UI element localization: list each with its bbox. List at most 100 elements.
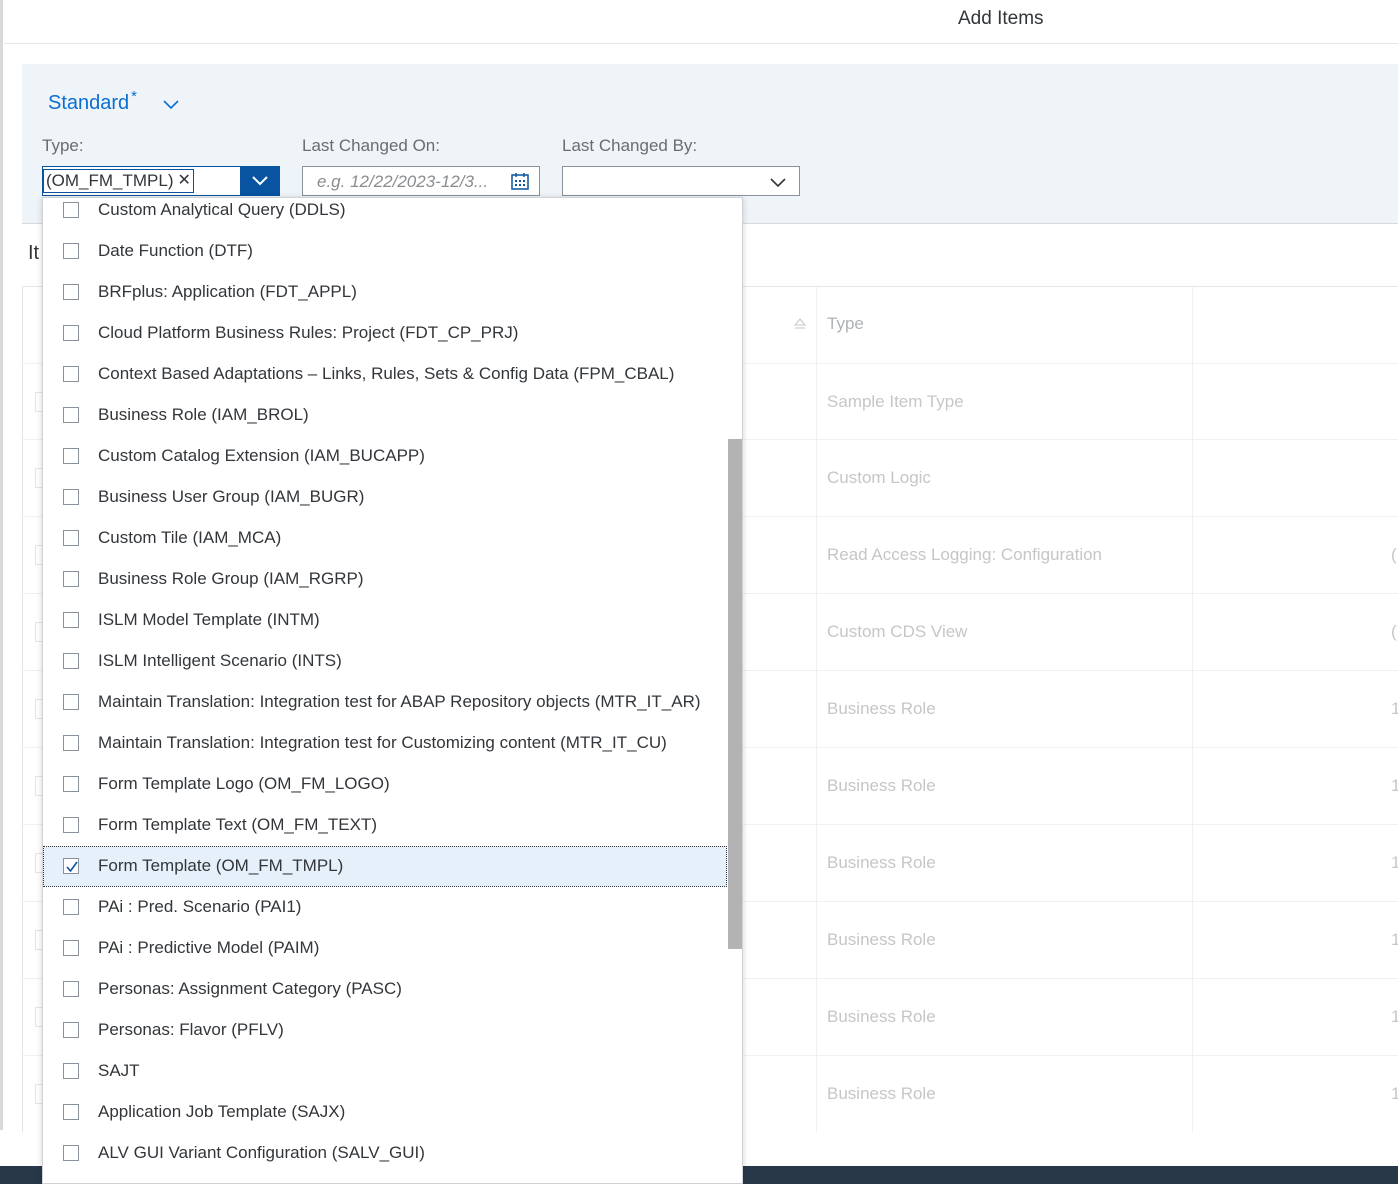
type-option-checkbox[interactable] [63, 325, 79, 341]
type-option-label: Maintain Translation: Integration test f… [98, 733, 667, 752]
type-option[interactable]: Maintain Translation: Integration test f… [43, 682, 727, 723]
calendar-icon[interactable] [511, 172, 529, 195]
type-option-label: Date Function (DTF) [98, 241, 253, 260]
chevron-down-icon[interactable] [162, 98, 180, 116]
row-type: Sample Item Type [827, 392, 964, 411]
type-option-checkbox[interactable] [63, 817, 79, 833]
type-option-checkbox[interactable] [63, 448, 79, 464]
type-option-checkbox[interactable] [63, 530, 79, 546]
table-title: It [28, 242, 40, 264]
scrollbar-thumb[interactable] [728, 439, 742, 949]
type-option-label: Maintain Translation: Integration test f… [98, 692, 701, 711]
type-option[interactable]: PAi : Predictive Model (PAIM) [43, 928, 727, 969]
type-option[interactable]: Custom Tile (IAM_MCA) [43, 518, 727, 559]
type-option[interactable]: Custom Catalog Extension (IAM_BUCAPP) [43, 436, 727, 477]
type-option-checkbox[interactable] [63, 899, 79, 915]
type-option[interactable]: Context Based Adaptations – Links, Rules… [43, 354, 727, 395]
type-option[interactable]: Application Job Template (SAJX) [43, 1092, 727, 1133]
type-option[interactable]: Cloud Platform Business Rules: Project (… [43, 313, 727, 354]
type-option[interactable]: Business Role (IAM_BROL) [43, 395, 727, 436]
sort-icon[interactable] [793, 317, 807, 335]
type-option[interactable]: Form Template Text (OM_FM_TEXT) [43, 805, 727, 846]
type-option-checkbox[interactable] [63, 940, 79, 956]
row-extra: 1 [1391, 699, 1398, 718]
row-extra: ( [1391, 622, 1397, 641]
row-type: Business Role [827, 699, 936, 718]
type-option[interactable]: Personas: Flavor (PFLV) [43, 1010, 727, 1051]
type-option-checkbox[interactable] [63, 1104, 79, 1120]
row-type: Business Role [827, 776, 936, 795]
type-option-checkbox[interactable] [63, 653, 79, 669]
type-option-label: Application Job Template (SAJX) [98, 1102, 346, 1121]
row-extra: 1 [1391, 853, 1398, 872]
type-option-label: PAi : Pred. Scenario (PAI1) [98, 897, 302, 916]
type-option-label: Form Template (OM_FM_TMPL) [98, 856, 344, 875]
type-option-checkbox[interactable] [63, 735, 79, 751]
type-option-checkbox[interactable] [63, 858, 79, 874]
scrollbar[interactable] [727, 198, 742, 1183]
type-option-label: ISLM Intelligent Scenario (INTS) [98, 651, 342, 670]
type-option-label: Personas: Assignment Category (PASC) [98, 979, 402, 998]
type-dropdown-list[interactable]: Custom Analytical Query (DDLS) Date Funct… [42, 197, 743, 1184]
type-option-checkbox[interactable] [63, 284, 79, 300]
last-changed-by-select[interactable] [562, 166, 800, 196]
variant-modified-marker: * [131, 88, 138, 105]
window-edge [0, 0, 3, 1130]
row-extra: ( [1391, 545, 1397, 564]
type-option-label: Custom Analytical Query (DDLS) [98, 200, 346, 219]
type-option[interactable]: Personas: Assignment Category (PASC) [43, 969, 727, 1010]
type-option[interactable]: PAi : Pred. Scenario (PAI1) [43, 887, 727, 928]
type-option[interactable]: Form Template (OM_FM_TMPL) [43, 846, 727, 887]
type-option-checkbox[interactable] [63, 694, 79, 710]
type-option[interactable]: Form Template Logo (OM_FM_LOGO) [43, 764, 727, 805]
type-option-label: ISLM Model Template (INTM) [98, 610, 320, 629]
row-type: Read Access Logging: Configuration [827, 545, 1103, 564]
type-option-checkbox[interactable] [63, 202, 79, 218]
type-option[interactable]: Maintain Translation: Integration test f… [43, 723, 727, 764]
variant-selector[interactable]: Standard * [48, 88, 137, 115]
close-icon[interactable]: ✕ [178, 170, 191, 192]
type-multi-input[interactable]: (OM_FM_TMPL) ✕ [42, 166, 280, 196]
row-type: Business Role [827, 1084, 936, 1103]
chevron-down-icon[interactable] [769, 176, 787, 194]
type-option[interactable]: Date Function (DTF) [43, 231, 727, 272]
type-option-checkbox[interactable] [63, 776, 79, 792]
row-extra: 1 [1391, 930, 1398, 949]
type-token[interactable]: (OM_FM_TMPL) ✕ [43, 169, 194, 193]
type-option-checkbox[interactable] [63, 612, 79, 628]
last-changed-on-date-input[interactable]: e.g. 12/22/2023-12/3... [302, 166, 540, 196]
dialog-title: Add Items [958, 8, 1044, 29]
type-option-label: Business User Group (IAM_BUGR) [98, 487, 365, 506]
type-option[interactable]: Business User Group (IAM_BUGR) [43, 477, 727, 518]
type-option-checkbox[interactable] [63, 1145, 79, 1161]
type-option-label: Cloud Platform Business Rules: Project (… [98, 323, 519, 342]
type-option[interactable]: ISLM Model Template (INTM) [43, 600, 727, 641]
column-header-type[interactable]: Type [827, 314, 864, 334]
type-option-checkbox[interactable] [63, 243, 79, 259]
type-option-checkbox[interactable] [63, 366, 79, 382]
row-extra: 1 [1391, 1084, 1398, 1103]
type-option[interactable]: ALV GUI Variant Configuration (SALV_GUI) [43, 1133, 727, 1174]
type-option[interactable]: Business Role Group (IAM_RGRP) [43, 559, 727, 600]
type-option-label: Form Template Text (OM_FM_TEXT) [98, 815, 377, 834]
type-option-checkbox[interactable] [63, 1022, 79, 1038]
type-option-checkbox[interactable] [63, 489, 79, 505]
type-option-label: Context Based Adaptations – Links, Rules… [98, 364, 675, 383]
variant-name[interactable]: Standard [48, 92, 129, 114]
row-type: Custom CDS View [827, 622, 968, 641]
type-option[interactable]: Custom Analytical Query (DDLS) [43, 198, 727, 231]
checkmark-icon [66, 861, 78, 873]
type-option-checkbox[interactable] [63, 571, 79, 587]
type-option-checkbox[interactable] [63, 1063, 79, 1079]
type-option-checkbox[interactable] [63, 981, 79, 997]
row-extra: 1 [1391, 1007, 1398, 1026]
type-option-label: Personas: Flavor (PFLV) [98, 1020, 284, 1039]
type-option[interactable]: SAJT [43, 1051, 727, 1092]
last-changed-on-label: Last Changed On: [302, 136, 440, 155]
type-option-checkbox[interactable] [63, 407, 79, 423]
type-option-label: BRFplus: Application (FDT_APPL) [98, 282, 357, 301]
type-option[interactable]: BRFplus: Application (FDT_APPL) [43, 272, 727, 313]
type-option[interactable]: ISLM Intelligent Scenario (INTS) [43, 641, 727, 682]
type-dropdown-button[interactable] [240, 166, 280, 196]
chevron-down-icon [252, 176, 268, 186]
